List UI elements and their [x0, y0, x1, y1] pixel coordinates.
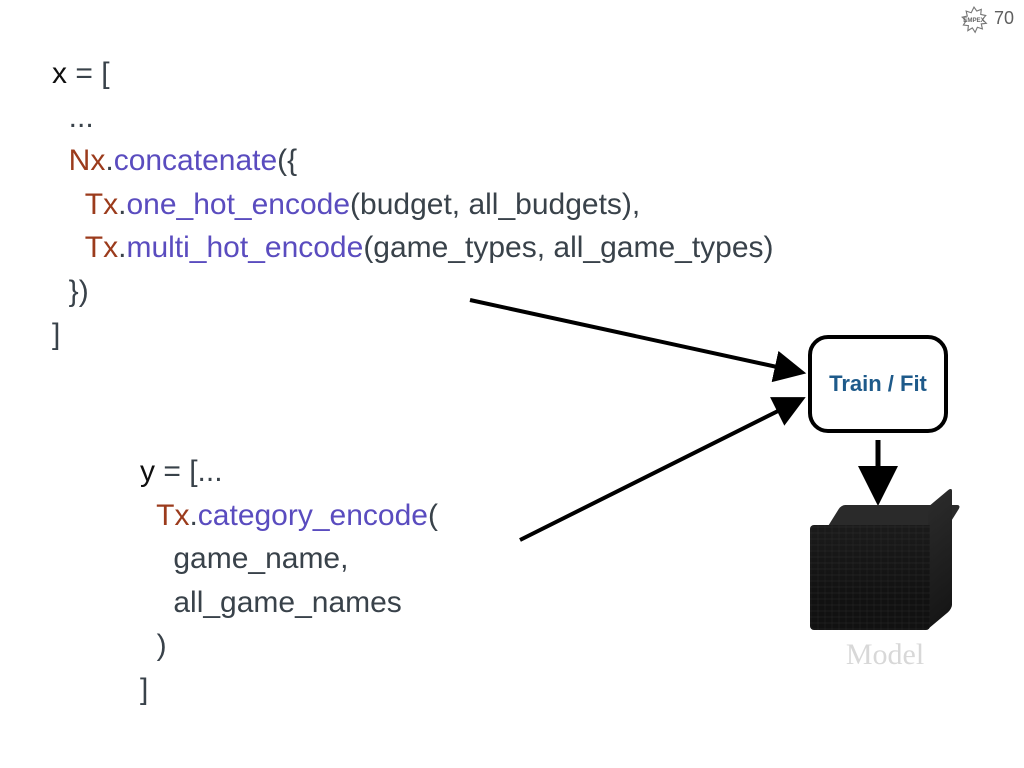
slide-number: 70 — [994, 8, 1014, 29]
cat-close-paren: ) — [140, 629, 167, 662]
x-close: ] — [52, 318, 60, 351]
model-cube — [810, 505, 950, 635]
x-open: = [ — [67, 57, 110, 90]
all-game-names-arg: all_game_names — [140, 586, 402, 619]
var-x: x — [52, 57, 67, 90]
category-encode-func: category_encode — [198, 499, 428, 532]
var-y: y — [140, 455, 155, 488]
y-close: ] — [140, 673, 148, 706]
cat-open: ( — [428, 499, 438, 532]
train-fit-label: Train / Fit — [829, 371, 927, 397]
concat-open: ({ — [277, 144, 297, 177]
tx-module-3: Tx — [140, 499, 189, 532]
empex-logo: EMPEX — [960, 6, 988, 34]
tx-module-2: Tx — [52, 231, 118, 264]
tx-module-1: Tx — [52, 188, 118, 221]
x-dots: ... — [52, 101, 94, 134]
concatenate-func: concatenate — [114, 144, 277, 177]
dot: . — [105, 144, 113, 177]
train-fit-box: Train / Fit — [808, 335, 948, 433]
multi-hot-encode-func: multi_hot_encode — [126, 231, 363, 264]
dot: . — [189, 499, 197, 532]
model-label: Model — [820, 638, 950, 672]
code-block-y: y = [... Tx.category_encode( game_name, … — [140, 450, 438, 711]
one-hot-encode-func: one_hot_encode — [126, 188, 350, 221]
game-name-arg: game_name, — [140, 542, 348, 575]
code-block-x: x = [ ... Nx.concatenate({ Tx.one_hot_en… — [52, 52, 774, 357]
nx-module: Nx — [52, 144, 105, 177]
arrow-y-to-train — [520, 400, 800, 540]
svg-text:EMPEX: EMPEX — [963, 17, 985, 24]
y-open: = [... — [155, 455, 223, 488]
multi-hot-args: (game_types, all_game_types) — [363, 231, 773, 264]
one-hot-args: (budget, all_budgets), — [350, 188, 640, 221]
concat-close: }) — [52, 275, 89, 308]
